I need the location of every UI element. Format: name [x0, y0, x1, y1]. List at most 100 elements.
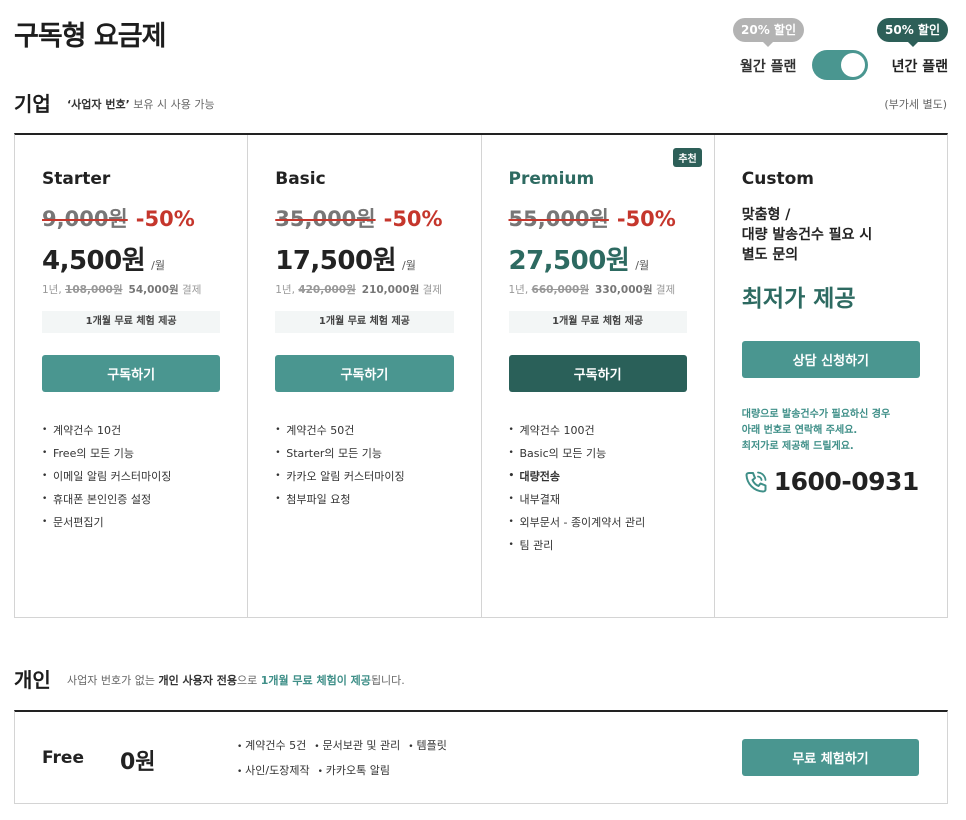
- personal-section-title: 개인: [14, 668, 51, 692]
- original-price: 35,000원: [275, 207, 376, 231]
- business-section-title: 기업: [14, 92, 51, 116]
- monthly-plan-label[interactable]: 월간 플랜: [740, 56, 796, 76]
- feature-list: 계약건수 50건 Starter의 모든 기능 카카오 알림 커스터마이징 첨부…: [275, 419, 453, 511]
- custom-desc-line: 맞춤형 /: [741, 207, 791, 223]
- feature-item: Starter의 모든 기능: [275, 442, 453, 465]
- feature-item: 팀 관리: [509, 534, 687, 557]
- feature-item: 내부결재: [509, 488, 687, 511]
- billing-toggle: 20% 할인 50% 할인 월간 플랜 년간 플랜: [733, 18, 948, 88]
- feature-item: 외부문서 - 종이계약서 관리: [509, 511, 687, 534]
- free-trial-button[interactable]: 무료 체험하기: [742, 739, 919, 776]
- price-period: /월: [402, 259, 416, 272]
- business-subtitle-text: 보유 시 사용 가능: [129, 98, 215, 111]
- price-row: 27,500원/월: [509, 240, 687, 276]
- custom-note-line: 최저가로 제공해 드릴게요.: [741, 441, 854, 452]
- subscribe-button-premium[interactable]: 구독하기: [508, 355, 687, 392]
- lowest-price-text: 최저가 제공: [741, 286, 856, 312]
- personal-sub-accent: 1개월 무료 체험이 제공: [260, 674, 371, 687]
- free-trial-badge: 1개월 무료 체험 제공: [42, 311, 221, 333]
- yearly-prefix: 1년,: [508, 284, 529, 296]
- yearly-price: 54,000원: [128, 284, 179, 296]
- feature-item: 사인/도장제작: [237, 759, 309, 784]
- yearly-billing-row: 1년, 420,000원 210,000원 결제: [275, 282, 453, 298]
- price-period: /월: [635, 259, 650, 272]
- personal-sub-text: 됩니다.: [370, 674, 405, 687]
- yearly-suffix: 결제: [655, 284, 676, 296]
- feature-item: 카카오톡 알림: [318, 759, 390, 784]
- billing-switch[interactable]: [812, 50, 868, 80]
- free-plan-card: Free 0원 계약건수 5건 문서보관 및 관리 템플릿 사인/도장제작 카카오톡 …: [14, 710, 948, 804]
- yearly-discount-badge: 50% 할인: [877, 18, 948, 47]
- feature-item: 카카오 알림 커스터마이징: [275, 465, 453, 488]
- plan-card-custom: Custom 맞춤형 / 대량 발송건수 필요 시 별도 문의 최저가 제공 상…: [715, 135, 947, 617]
- free-plan-name: Free: [42, 748, 84, 768]
- original-price: 55,000원: [508, 207, 609, 231]
- yearly-prefix: 1년,: [42, 284, 62, 296]
- original-price-row: 55,000원 -50%: [509, 203, 687, 231]
- yearly-suffix: 결제: [422, 284, 442, 296]
- original-price-row: 9,000원 -50%: [42, 203, 220, 231]
- page-title: 구독형 요금제: [14, 21, 166, 52]
- price-row: 17,500원/월: [275, 240, 453, 276]
- personal-sub-text: 으로: [236, 674, 261, 687]
- feature-list: 계약건수 100건 Basic의 모든 기능 대량전송 내부결재 외부문서 - …: [509, 419, 687, 557]
- feature-list: 계약건수 10건 Free의 모든 기능 이메일 알림 커스터마이징 휴대폰 본…: [42, 419, 220, 534]
- plan-card-starter: Starter 9,000원 -50% 4,500원/월 1년, 108,000원…: [15, 135, 249, 617]
- feature-item: 계약건수 10건: [42, 419, 220, 442]
- original-price: 9,000원: [42, 207, 128, 231]
- yearly-billing-row: 1년, 660,000원 330,000원 결제: [509, 282, 687, 298]
- recommended-badge: 추천: [673, 148, 702, 167]
- feature-item: 첨부파일 요청: [275, 488, 453, 511]
- yearly-original-price: 660,000원: [531, 284, 590, 296]
- custom-desc-line: 별도 문의: [741, 247, 799, 263]
- feature-item: 이메일 알림 커스터마이징: [42, 465, 220, 488]
- feature-item: Basic의 모든 기능: [509, 442, 687, 465]
- feature-item: 계약건수 100건: [509, 419, 687, 442]
- discounted-price: 17,500원: [275, 246, 397, 276]
- custom-desc-line: 대량 발송건수 필요 시: [741, 227, 873, 243]
- custom-description: 맞춤형 / 대량 발송건수 필요 시 별도 문의: [742, 205, 920, 265]
- feature-item: 템플릿: [408, 734, 446, 759]
- personal-section-subtitle: 사업자 번호가 없는 개인 사용자 전용으로 1개월 무료 체험이 제공됩니다.: [67, 672, 405, 688]
- plan-card-premium: 추천 Premium 55,000원 -50% 27,500원/월 1년, 660…: [482, 135, 715, 617]
- yearly-plan-label[interactable]: 년간 플랜: [892, 56, 948, 76]
- business-section-subtitle: ‘사업자 번호’ 보유 시 사용 가능: [67, 96, 215, 112]
- consultation-button[interactable]: 상담 신청하기: [741, 341, 920, 378]
- plan-name: Basic: [275, 169, 326, 189]
- feature-item: 문서편집기: [42, 511, 220, 534]
- discount-rate: -50%: [383, 207, 443, 231]
- discounted-price: 4,500원: [42, 246, 146, 276]
- custom-note-line: 대량으로 발송건수가 필요하신 경우: [741, 409, 891, 420]
- yearly-prefix: 1년,: [275, 284, 295, 296]
- billing-switch-knob: [841, 53, 865, 77]
- yearly-original-price: 108,000원: [65, 284, 123, 296]
- price-period: /월: [151, 259, 165, 272]
- subscribe-button-basic[interactable]: 구독하기: [275, 355, 454, 392]
- feature-item: 문서보관 및 관리: [314, 734, 400, 759]
- yearly-suffix: 결제: [182, 284, 202, 296]
- phone-contact[interactable]: 1600-0931: [742, 467, 920, 496]
- discounted-price: 27,500원: [508, 246, 630, 276]
- free-plan-price: 0원: [120, 750, 156, 775]
- discount-rate: -50%: [135, 207, 195, 231]
- free-trial-badge: 1개월 무료 체험 제공: [508, 311, 687, 333]
- feature-item: 대량전송: [509, 465, 687, 488]
- feature-item: 계약건수 50건: [275, 419, 453, 442]
- yearly-billing-row: 1년, 108,000원 54,000원 결제: [42, 282, 220, 298]
- business-number-label: ‘사업자 번호’: [67, 98, 130, 111]
- plan-name: Custom: [741, 169, 814, 189]
- yearly-price: 330,000원: [595, 284, 653, 296]
- plan-name: Premium: [508, 169, 595, 189]
- free-feature-list: 계약건수 5건 문서보관 및 관리 템플릿 사인/도장제작 카카오톡 알림: [237, 734, 497, 784]
- original-price-row: 35,000원 -50%: [275, 203, 453, 231]
- feature-item: 계약건수 5건: [237, 734, 306, 759]
- subscribe-button-starter[interactable]: 구독하기: [42, 355, 221, 392]
- vat-note: (부가세 별도): [884, 98, 947, 111]
- price-row: 4,500원/월: [42, 240, 220, 276]
- personal-sub-text: 사업자 번호가 없는: [67, 674, 159, 687]
- feature-item: Free의 모든 기능: [42, 442, 220, 465]
- personal-sub-bold: 개인 사용자 전용: [158, 674, 237, 687]
- phone-number: 1600-0931: [773, 467, 920, 496]
- custom-contact-note: 대량으로 발송건수가 필요하신 경우 아래 번호로 연락해 주세요. 최저가로 …: [742, 407, 920, 455]
- discount-rate: -50%: [616, 207, 676, 231]
